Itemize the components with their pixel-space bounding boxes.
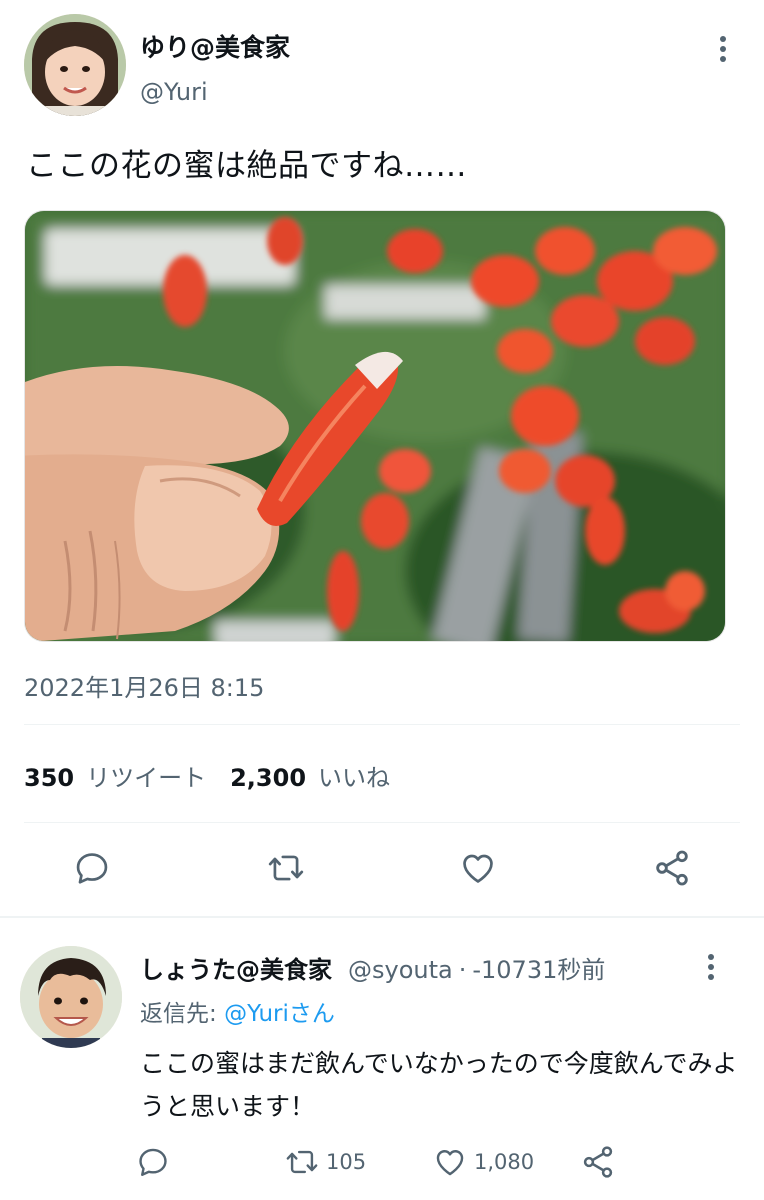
reply-icon[interactable] [70,846,114,890]
reply-retweet-button[interactable]: 105 [284,1140,366,1184]
avatar-boy-image [20,946,122,1048]
retweet-count[interactable]: 350 [24,764,74,792]
replying-to: 返信先: @Yuriさん [140,994,335,1028]
tweet-text: ここの花の蜜は絶品ですね…… [26,148,467,184]
reply-more-options-icon[interactable] [696,950,726,984]
reply-text: ここの蜜はまだ飲んでいなかったので今度飲んでみようと思います！ [140,1049,738,1121]
separator-dot: · [458,956,467,984]
share-icon[interactable] [650,846,694,890]
reply-icon [139,1148,167,1176]
user-handle[interactable]: @Yuri [140,78,208,106]
section-divider [0,916,764,918]
avatar-girl-image [24,14,126,116]
tweet-timestamp[interactable]: 2022年1月26日 8:15 [24,668,264,703]
share-icon [583,1146,613,1178]
tweet-photo[interactable] [24,210,726,642]
reply-like-button[interactable]: 1,080 [432,1140,534,1184]
reply-time[interactable]: -10731秒前 [472,950,605,985]
reply-display-name[interactable]: しょうた@美食家 [140,950,332,985]
retweet-label[interactable]: リツイート [86,758,206,793]
reply-retweet-count: 105 [326,1150,367,1174]
like-label[interactable]: いいね [318,758,390,793]
flower-photo-image [25,211,725,641]
reply-avatar[interactable] [20,946,122,1048]
replying-to-link[interactable]: @Yuriさん [224,1001,335,1027]
retweet-icon[interactable] [264,846,308,890]
replying-to-label: 返信先: [140,1001,225,1027]
main-tweet: ゆり@美食家 @Yuri ここの花の蜜は絶品ですね…… 2022年1月26日 8… [0,0,764,916]
retweet-icon [286,1150,318,1174]
like-count[interactable]: 2,300 [230,764,306,792]
tweet-stats: 350 リツイート 2,300 いいね [24,758,414,793]
like-icon [436,1150,464,1176]
reply-share-button[interactable] [580,1140,622,1184]
reply-header: しょうた@美食家 @syouta · -10731秒前 [140,950,605,985]
display-name[interactable]: ゆり@美食家 [140,28,290,64]
reply-reply-button[interactable] [136,1140,176,1184]
more-options-icon[interactable] [708,32,738,66]
reply-user-handle[interactable]: @syouta [348,956,453,984]
divider [24,822,740,823]
avatar[interactable] [24,14,126,116]
reply-like-count: 1,080 [474,1150,535,1174]
divider [24,724,740,725]
like-icon[interactable] [456,846,500,890]
